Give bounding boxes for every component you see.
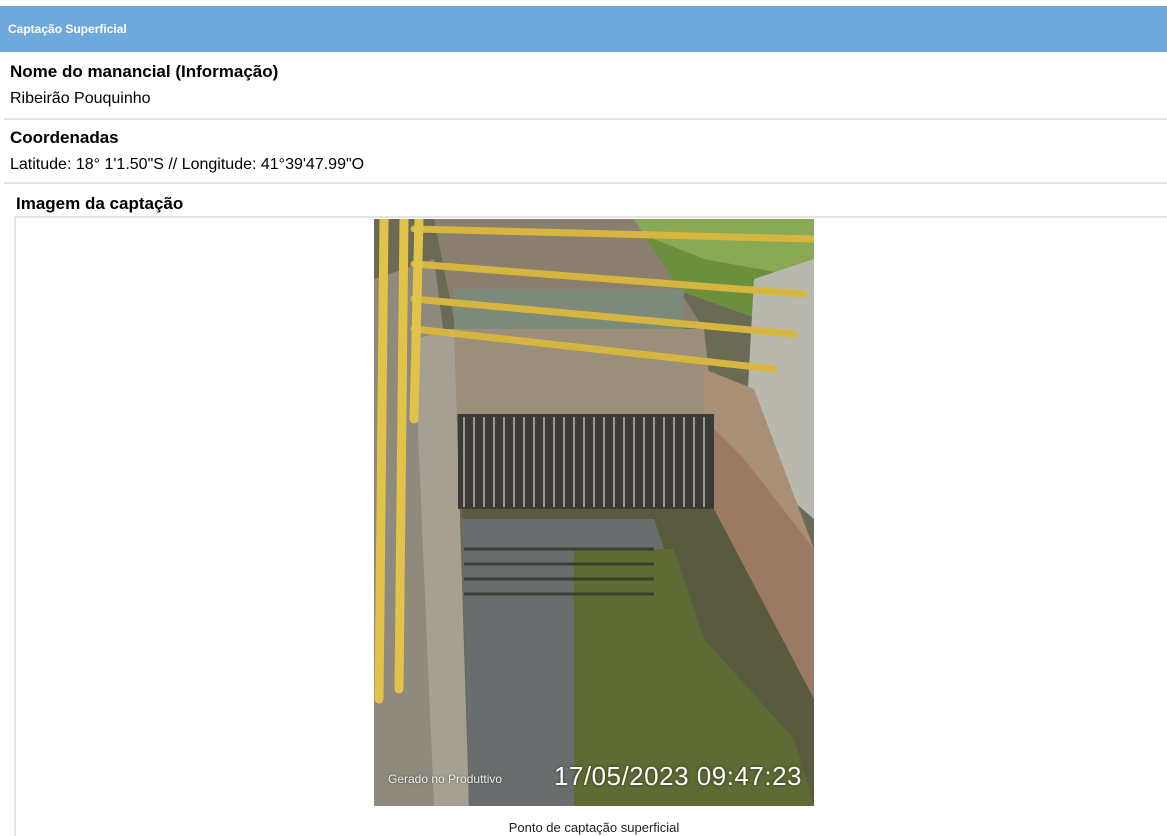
photo-timestamp: 17/05/2023 09:47:23 xyxy=(553,761,802,791)
image-label: Imagem da captação xyxy=(16,194,184,213)
photo-illustration xyxy=(374,219,814,806)
page: Captação Superficial Nome do manancial (… xyxy=(0,0,1167,836)
field-coordenadas: Coordenadas Latitude: 18° 1'1.50"S // Lo… xyxy=(4,120,1167,184)
manancial-value: Ribeirão Pouquinho xyxy=(10,90,151,107)
manancial-label: Nome do manancial (Informação) xyxy=(10,62,279,81)
section-header: Captação Superficial xyxy=(0,6,1167,52)
section-title: Captação Superficial xyxy=(8,22,127,36)
field-manancial: Nome do manancial (Informação) Ribeirão … xyxy=(4,54,1167,120)
photo-watermark: Gerado no Produttivo xyxy=(388,772,503,786)
captacao-photo: Gerado no Produttivo 17/05/2023 09:47:23 xyxy=(374,219,814,806)
coordenadas-label: Coordenadas xyxy=(10,128,119,147)
image-caption: Ponto de captação superficial xyxy=(508,820,680,835)
coordenadas-value: Latitude: 18° 1'1.50"S // Longitude: 41°… xyxy=(10,156,365,173)
